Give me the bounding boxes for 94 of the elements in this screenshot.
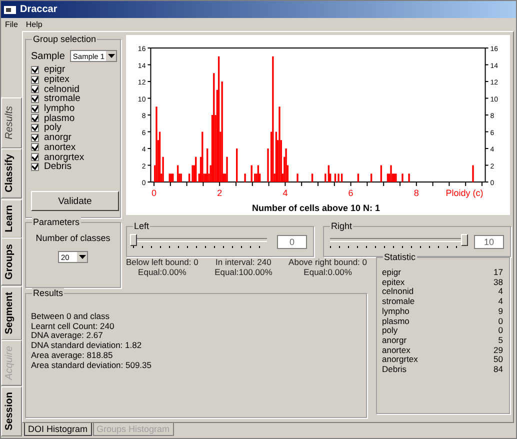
- group-count: 0: [498, 316, 503, 326]
- checkbox[interactable]: [31, 85, 39, 94]
- count-text: Below left bound: 0: [126, 257, 198, 267]
- group-name: stromale: [382, 297, 415, 307]
- x-tick-label: 0: [152, 188, 156, 198]
- classes-label: Number of classes: [36, 233, 110, 243]
- checkbox-label: epigr: [44, 64, 66, 76]
- window-title: Draccar: [20, 4, 58, 15]
- group-count: 0: [498, 326, 503, 336]
- checkbox-label: stromale: [44, 93, 80, 104]
- checkbox-label: poly: [44, 122, 62, 134]
- count-text: In interval: 240: [216, 257, 272, 267]
- x-tick-label: 6: [348, 188, 354, 198]
- bottom-tab[interactable]: DOI Histogram: [24, 423, 92, 436]
- checkbox-label: Debris: [44, 161, 72, 172]
- checkbox[interactable]: [31, 114, 39, 122]
- chart-title: Number of cells above 10 N: 1: [252, 203, 380, 213]
- x-axis-label: Ploidy (c): [446, 188, 484, 198]
- checkbox[interactable]: [31, 134, 39, 142]
- slider-thumb[interactable]: [130, 234, 137, 246]
- value-field[interactable]: 10: [474, 234, 504, 248]
- histogram-bar: [357, 174, 360, 182]
- parameters-title: Parameters: [32, 217, 81, 227]
- checkbox[interactable]: [31, 124, 39, 132]
- group-title: Group selection: [32, 34, 98, 44]
- x-tick-label: 8: [414, 188, 419, 198]
- menu-item[interactable]: Help: [26, 20, 42, 28]
- group-count: 84: [494, 365, 503, 375]
- side-tab[interactable]: Learn: [1, 198, 22, 238]
- group-count: 4: [498, 287, 503, 298]
- value-field[interactable]: 0: [277, 234, 307, 248]
- histogram-bar: [370, 174, 372, 182]
- validate-button[interactable]: Validate: [31, 191, 119, 211]
- group-count: 17: [494, 268, 503, 278]
- group-count: 9: [498, 306, 503, 317]
- checkbox[interactable]: [31, 94, 39, 103]
- group-name: epitex: [382, 278, 405, 288]
- checkbox[interactable]: [31, 104, 39, 113]
- result-line: Learnt cell Count: 240: [31, 322, 116, 332]
- group-name: anorgr: [382, 336, 407, 346]
- dropdown-arrow-icon: [78, 255, 86, 259]
- checkbox-label: lympho: [44, 103, 75, 114]
- checkbox[interactable]: [31, 153, 39, 162]
- slider-title: Left: [133, 221, 150, 231]
- side-tab[interactable]: Groups: [1, 238, 22, 286]
- result-line: Area standard deviation: 509.35: [31, 360, 153, 370]
- percent-text: Equal:0.00%: [304, 267, 352, 277]
- side-tab[interactable]: Classify: [1, 148, 22, 199]
- sample-label: Sample: [31, 50, 65, 62]
- group-count: 38: [494, 278, 503, 288]
- group-name: celnonid: [382, 287, 414, 298]
- x-tick-label: 4: [282, 188, 288, 198]
- histogram-bar: [311, 174, 314, 182]
- slider-title: Right: [330, 221, 354, 231]
- checkbox[interactable]: [31, 162, 39, 171]
- histogram-bar: [380, 165, 382, 182]
- group-count: 5: [498, 336, 503, 346]
- group-name: Debris: [382, 365, 407, 375]
- side-tab[interactable]: Segment: [1, 286, 22, 340]
- group-name: anorgrtex: [382, 355, 418, 366]
- percent-text: Equal:100.00%: [214, 267, 272, 277]
- slider-thumb[interactable]: [461, 234, 468, 246]
- x-tick-label: 2: [217, 188, 222, 198]
- result-line: Area average: 818.85: [31, 350, 114, 361]
- menu-item[interactable]: File: [5, 20, 18, 28]
- group-count: 4: [498, 297, 503, 307]
- checkbox[interactable]: [31, 76, 39, 84]
- results-title: Results: [32, 288, 64, 298]
- group-count: 50: [494, 355, 503, 366]
- checkbox-label: anortex: [44, 142, 76, 153]
- group-name: plasmo: [382, 316, 410, 326]
- slider-track[interactable]: [133, 234, 267, 250]
- checkbox[interactable]: [31, 66, 39, 74]
- group-name: epigr: [382, 268, 401, 278]
- app-icon: [4, 4, 16, 14]
- checkbox-label: anorgrtex: [44, 152, 84, 163]
- side-tab[interactable]: Results: [1, 96, 22, 148]
- group-name: poly: [382, 326, 398, 336]
- group-count: 29: [494, 346, 503, 356]
- side-tab[interactable]: Session: [1, 386, 22, 436]
- checkbox-label: epitex: [44, 74, 70, 86]
- result-line: Between 0 and class: [31, 312, 110, 322]
- group-name: anortex: [382, 346, 410, 356]
- checkbox[interactable]: [31, 143, 39, 152]
- count-text: Above right bound: 0: [288, 257, 367, 267]
- checkbox-label: celnonid: [44, 84, 80, 95]
- dropdown-arrow-icon: [108, 54, 114, 58]
- statistic-title: Statistic: [383, 252, 417, 262]
- checkbox-label: anorgr: [44, 132, 72, 144]
- percent-text: Equal:0.00%: [138, 267, 186, 277]
- checkbox-label: plasmo: [44, 112, 75, 124]
- result-line: DNA standard deviation: 1.82: [31, 341, 143, 351]
- result-line: DNA average: 2.67: [31, 331, 104, 342]
- group-name: lympho: [382, 306, 410, 317]
